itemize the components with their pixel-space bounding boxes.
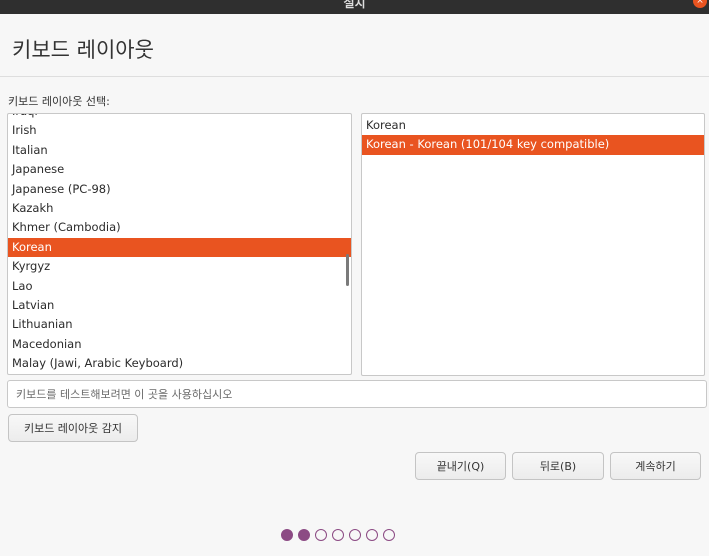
- layout-list-item[interactable]: Irish: [8, 121, 351, 140]
- progress-dot: [332, 529, 344, 541]
- layout-list-item[interactable]: Iraqi: [8, 114, 351, 121]
- window-title: 설치: [343, 0, 366, 10]
- progress-dot: [298, 529, 310, 541]
- layout-list-item[interactable]: Kazakh: [8, 199, 351, 218]
- layout-list-item[interactable]: Italian: [8, 141, 351, 160]
- layout-list-item[interactable]: Malay (Jawi, Arabic Keyboard): [8, 354, 351, 373]
- layout-list-scrollbar[interactable]: [346, 254, 349, 286]
- layout-list-item[interactable]: Lao: [8, 277, 351, 296]
- quit-button[interactable]: 끝내기(Q): [415, 452, 506, 480]
- layout-list-item[interactable]: Korean: [8, 237, 351, 258]
- progress-dot: [383, 529, 395, 541]
- layout-select-label: 키보드 레이아웃 선택:: [8, 95, 110, 108]
- layout-list-item[interactable]: Maltese: [8, 373, 351, 374]
- layout-list-item[interactable]: Japanese: [8, 160, 351, 179]
- variant-list-item[interactable]: Korean: [362, 116, 704, 135]
- layout-list-item[interactable]: Macedonian: [8, 335, 351, 354]
- continue-button[interactable]: 계속하기: [610, 452, 701, 480]
- progress-dot: [281, 529, 293, 541]
- detect-layout-button[interactable]: 키보드 레이아웃 감지: [8, 414, 138, 442]
- progress-dot: [349, 529, 361, 541]
- progress-dots: [281, 529, 395, 541]
- variant-list-item[interactable]: Korean - Korean (101/104 key compatible): [362, 135, 704, 155]
- page-title: 키보드 레이아웃: [12, 38, 154, 62]
- layout-list-item[interactable]: Latvian: [8, 296, 351, 315]
- page-header: 키보드 레이아웃: [0, 14, 709, 77]
- keyboard-test-input[interactable]: [7, 380, 707, 408]
- progress-dot: [366, 529, 378, 541]
- progress-dot: [315, 529, 327, 541]
- layout-list-item[interactable]: Japanese (PC-98): [8, 180, 351, 199]
- variant-list[interactable]: Korean Korean - Korean (101/104 key compa…: [361, 113, 705, 376]
- back-button[interactable]: 뒤로(B): [512, 452, 604, 480]
- title-bar: 설치 ×: [0, 0, 709, 14]
- layout-list-item[interactable]: Kyrgyz: [8, 257, 351, 276]
- layout-list-item[interactable]: Lithuanian: [8, 315, 351, 334]
- layout-list[interactable]: IraqiIrishItalianJapaneseJapanese (PC-98…: [7, 113, 352, 375]
- layout-list-item[interactable]: Khmer (Cambodia): [8, 218, 351, 237]
